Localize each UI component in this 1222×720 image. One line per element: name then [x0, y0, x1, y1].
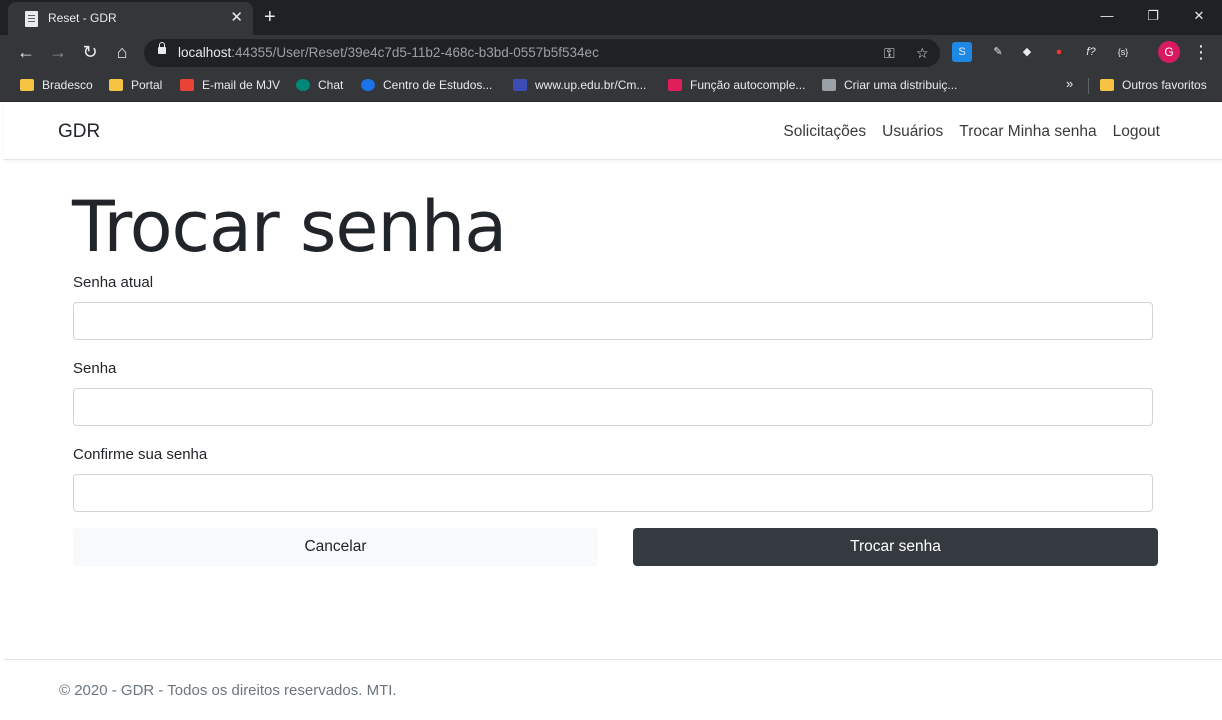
key-icon[interactable]: ⚿ — [884, 43, 895, 63]
bookmarks-bar: Bradesco Portal E-mail de MJV Chat Centr… — [0, 70, 1222, 102]
extension-code-icon[interactable]: {s} — [1113, 42, 1133, 62]
current-password-field[interactable] — [73, 302, 1153, 340]
extension-shield-icon[interactable]: ◆ — [1017, 42, 1037, 62]
more-bookmarks-icon[interactable]: » — [1066, 76, 1073, 91]
new-tab-button[interactable]: + — [264, 5, 276, 29]
profile-avatar[interactable]: G — [1158, 41, 1180, 63]
tab-title: Reset - GDR — [48, 11, 117, 25]
extension-pen-icon[interactable]: ✎ — [988, 42, 1008, 62]
brand-link[interactable]: GDR — [58, 121, 100, 143]
folder-icon — [20, 79, 34, 91]
nav-link-usuarios[interactable]: Usuários — [882, 123, 943, 141]
minimize-button[interactable]: — — [1084, 4, 1130, 28]
reload-icon[interactable]: ↻ — [78, 40, 102, 64]
nav-link-logout[interactable]: Logout — [1113, 123, 1160, 141]
current-password-label: Senha atual — [73, 274, 154, 291]
slack-icon — [668, 79, 682, 91]
extension-stop-icon[interactable]: ● — [1049, 42, 1069, 62]
password-label: Senha — [73, 360, 117, 377]
confirm-password-label: Confirme sua senha — [73, 446, 208, 463]
browser-toolbar: ← → ↻ ⌂ localhost:44355/User/Reset/39e4c… — [0, 35, 1222, 70]
browser-tab[interactable]: Reset - GDR ✕ — [8, 2, 253, 35]
close-window-button[interactable]: ✕ — [1176, 4, 1222, 28]
extension-new-icon[interactable]: S — [952, 42, 972, 62]
bookmark-item[interactable]: Portal — [109, 77, 162, 93]
close-tab-icon[interactable]: ✕ — [230, 8, 243, 28]
restore-button[interactable]: ❐ — [1130, 4, 1176, 28]
nav-links: Solicitações Usuários Trocar Minha senha… — [783, 123, 1160, 141]
bookmark-item[interactable]: Função autocomple... — [668, 77, 805, 93]
footer-divider — [4, 659, 1222, 660]
page-content: GDR Solicitações Usuários Trocar Minha s… — [4, 103, 1222, 720]
url-text[interactable]: localhost:44355/User/Reset/39e4c7d5-11b2… — [178, 45, 599, 60]
forward-arrow-icon[interactable]: → — [46, 40, 70, 64]
bookmark-item[interactable]: E-mail de MJV — [180, 77, 280, 93]
browser-menu-icon[interactable]: ⋮ — [1192, 41, 1210, 63]
page-favicon-icon — [25, 11, 38, 27]
bookmark-item[interactable]: Chat — [296, 77, 343, 93]
extension-function-icon[interactable]: f? — [1081, 42, 1101, 62]
chat-icon — [296, 79, 310, 91]
address-bar[interactable]: localhost:44355/User/Reset/39e4c7d5-11b2… — [144, 39, 940, 67]
browser-titlebar: Reset - GDR ✕ + — ❐ ✕ — [0, 0, 1222, 35]
nav-link-solicitacoes[interactable]: Solicitações — [783, 123, 866, 141]
folder-icon — [1100, 79, 1114, 91]
cancel-button[interactable]: Cancelar — [73, 528, 598, 566]
folder-icon — [109, 79, 123, 91]
site-icon — [822, 79, 836, 91]
site-navbar: GDR Solicitações Usuários Trocar Minha s… — [4, 103, 1222, 160]
page-title: Trocar senha — [72, 186, 507, 268]
change-password-button[interactable]: Trocar senha — [633, 528, 1158, 566]
site-icon — [361, 79, 375, 91]
bookmark-item[interactable]: Centro de Estudos... — [361, 77, 492, 93]
password-field[interactable] — [73, 388, 1153, 426]
home-icon[interactable]: ⌂ — [110, 40, 134, 64]
bookmark-item[interactable]: www.up.edu.br/Cm... — [513, 77, 646, 93]
bookmark-item[interactable]: Bradesco — [20, 77, 93, 93]
confirm-password-field[interactable] — [73, 474, 1153, 512]
star-site-icon — [513, 79, 527, 91]
gmail-icon — [180, 79, 194, 91]
nav-link-trocar-senha[interactable]: Trocar Minha senha — [959, 123, 1096, 141]
bookmarks-divider — [1088, 78, 1089, 94]
other-bookmarks[interactable]: Outros favoritos — [1100, 77, 1207, 93]
back-arrow-icon[interactable]: ← — [14, 40, 38, 64]
footer-text: © 2020 - GDR - Todos os direitos reserva… — [59, 682, 397, 699]
bookmark-star-icon[interactable]: ☆ — [916, 43, 929, 63]
bookmark-item[interactable]: Criar uma distribuiç... — [822, 77, 957, 93]
lock-icon — [158, 42, 166, 54]
